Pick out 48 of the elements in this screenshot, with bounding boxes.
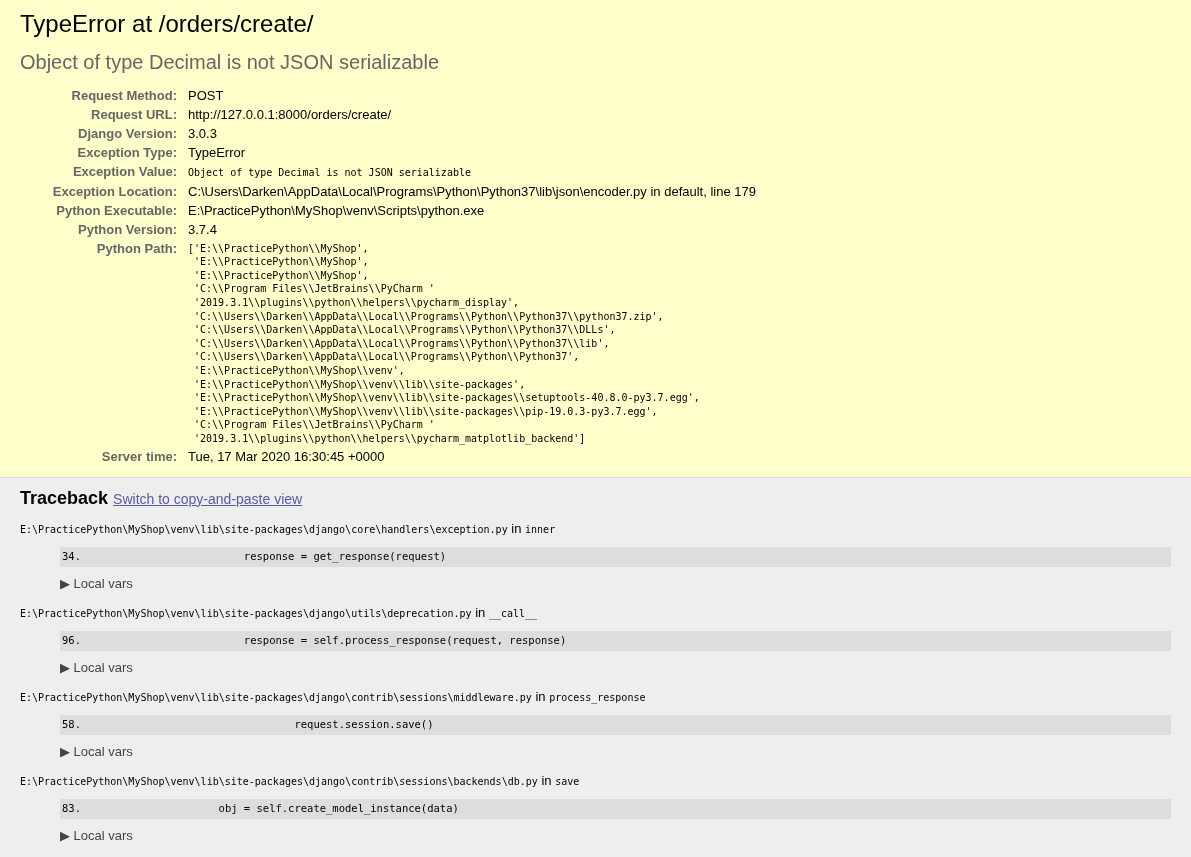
section-heading: Traceback [20, 487, 109, 508]
field-label: Exception Location: [52, 183, 177, 199]
field-value: TypeError [188, 144, 246, 160]
field-value: C:\Users\Darken\AppData\Local\Programs\Python\Python37\lib\json\encoder.py in default, line 179 [188, 183, 756, 199]
line-number: 96. [61, 633, 82, 649]
python-path-list: ['E:\\PracticePython\\MyShop', 'E:\\PracticePython\\MyShop', 'E:\\PracticePython\\MyShop', 'C:\\Program Files\\JetBrains\\PyCharm ' '2019.3.1\\plugins\\python\\helpers\\pycharm_display', 'C:\\Users\\Darken\\AppData\\Local\\Programs\\Python\\Python37\\python37.zip', 'C:\\Users\\Darken\\AppData\\Local\\Programs\\Python\\Python37\\DLLs', 'C:\\Users\\Darken\\AppData\\Local\\Programs\\Python\\Python37\\lib', 'C:\\Users\\Darken\\AppData\\Local\\Programs\\Python\\Python37', 'E:\\PracticePython\\MyShop\\venv', 'E:\\PracticePython\\MyShop\\venv\\lib\\site-packages', 'E:\\PracticePython\\MyShop\\venv\\lib\\site-packages\\setuptools-40.8.0-py3.7.egg', 'E:\\PracticePython\\MyShop\\venv\\lib\\site-packages\\pip-19.0.3-py3.7.egg', 'C:\\Program Files\\JetBrains\\PyCharm ' '2019.3.1\\plugins\\python\\helpers\\pycharm_matplotlib_backend'] [188, 239, 756, 446]
function-name: __call__ [488, 608, 538, 620]
code-text: obj = self.create_model_instance(data) [217, 801, 459, 817]
error-title: TypeError at /orders/create/ [20, 10, 315, 38]
field-label: Request Method: [71, 87, 177, 103]
field-value: POST [188, 87, 224, 103]
field-label: Exception Type: [77, 144, 177, 160]
field-label: Python Path: [96, 240, 177, 256]
line-number: 34. [61, 549, 82, 565]
function-name: inner [525, 524, 556, 536]
field-label: Python Version: [78, 221, 177, 237]
in-label: in [535, 689, 546, 705]
file-path: E:\PracticePython\MyShop\venv\lib\site-packages\django\utils\deprecation.py [20, 608, 472, 620]
file-path: E:\PracticePython\MyShop\venv\lib\site-packages\django\contrib\sessions\backends\db.py [20, 776, 538, 788]
field-value: Object of type Decimal is not JSON serializable [188, 166, 471, 178]
function-name: process_response [549, 692, 646, 704]
in-label: in [475, 605, 486, 621]
file-path: E:\PracticePython\MyShop\venv\lib\site-packages\django\contrib\sessions\middleware.py [20, 692, 532, 704]
field-label: Server time: [101, 448, 177, 464]
field-label: Python Executable: [56, 202, 177, 218]
local-vars-toggle[interactable]: ▶ Local vars [60, 576, 133, 592]
field-label: Exception Value: [72, 163, 177, 179]
function-name: save [555, 776, 580, 788]
field-value: 3.7.4 [188, 221, 217, 237]
field-value: http://127.0.0.1:8000/orders/create/ [188, 106, 392, 122]
code-text: request.session.save() [293, 717, 434, 733]
local-vars-toggle[interactable]: ▶ Local vars [60, 828, 133, 844]
in-label: in [541, 773, 552, 789]
line-number: 58. [61, 717, 82, 733]
error-message: Object of type Decimal is not JSON serializable [20, 49, 441, 74]
local-vars-toggle[interactable]: ▶ Local vars [60, 660, 133, 676]
switch-view-link[interactable]: Switch to copy-and-paste view [113, 490, 303, 507]
field-label: Request URL: [91, 106, 177, 122]
code-text: response = self.process_response(request, response) [242, 633, 567, 649]
file-path: E:\PracticePython\MyShop\venv\lib\site-packages\django\core\handlers\exception.py [20, 524, 508, 536]
local-vars-toggle[interactable]: ▶ Local vars [60, 744, 133, 760]
in-label: in [511, 521, 522, 537]
field-value: Tue, 17 Mar 2020 16:30:45 +0000 [188, 448, 385, 464]
line-number: 83. [61, 801, 82, 817]
code-text: response = get_response(request) [242, 549, 447, 565]
field-value: 3.0.3 [188, 125, 217, 141]
field-value: E:\PracticePython\MyShop\venv\Scripts\python.exe [188, 202, 485, 218]
field-label: Django Version: [78, 125, 177, 141]
